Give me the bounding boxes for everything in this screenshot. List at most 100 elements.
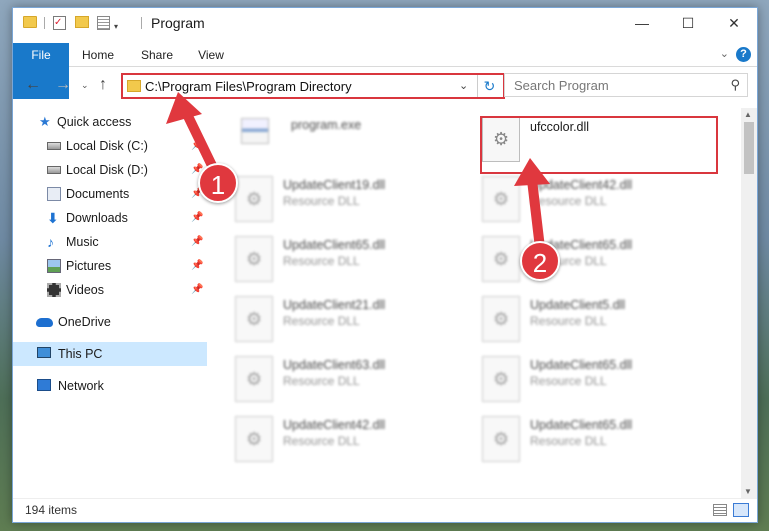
sidebar-item-local-disk-d[interactable]: Local Disk (D:) 📌 — [13, 158, 207, 182]
file-item[interactable]: ⚙ UpdateClient21.dll Resource DLL — [213, 290, 453, 346]
dll-file-icon: ⚙ — [482, 176, 520, 222]
application-icon — [241, 118, 269, 144]
pin-icon[interactable]: 📌 — [191, 278, 203, 302]
search-box[interactable]: Search Program ⚲ — [504, 73, 748, 97]
file-item[interactable]: ⚙ UpdateClient65.dll Resource DLL — [460, 230, 700, 286]
recent-locations-dropdown-icon[interactable]: ⌄ — [81, 80, 89, 91]
address-bar[interactable]: C:\Program Files\Program Directory ⌄ ↻ — [121, 73, 505, 99]
sidebar-item-label: Local Disk (C:) — [66, 139, 148, 153]
file-item[interactable]: ⚙ UpdateClient63.dll Resource DLL — [213, 350, 453, 406]
back-arrow-icon[interactable]: ← — [25, 76, 41, 94]
up-arrow-icon[interactable]: ↑ — [99, 76, 107, 94]
file-name: program.exe — [291, 118, 362, 132]
pin-icon[interactable]: 📌 — [191, 134, 203, 158]
gear-icon: ⚙ — [246, 369, 263, 389]
window-title: Program — [151, 15, 205, 31]
file-item[interactable]: ⚙ UpdateClient42.dll Resource DLL — [213, 410, 453, 466]
sidebar-item-videos[interactable]: Videos 📌 — [13, 278, 207, 302]
sidebar-item-label: Downloads — [66, 211, 128, 225]
dll-file-icon: ⚙ — [235, 176, 273, 222]
address-dropdown-icon[interactable]: ⌄ — [459, 79, 468, 92]
quick-access-properties-icon[interactable] — [97, 16, 110, 30]
search-icon[interactable]: ⚲ — [730, 77, 740, 93]
navigation-pane: ★ Quick access Local Disk (C:) 📌 Local D… — [13, 108, 207, 498]
sidebar-item-onedrive[interactable]: OneDrive — [13, 310, 207, 334]
forward-arrow-icon[interactable]: → — [55, 76, 71, 94]
title-bar: ✓ ▾ Program — ☐ ✕ — [13, 8, 757, 38]
search-input[interactable]: Search Program — [514, 78, 609, 93]
file-name: UpdateClient42.dll — [530, 178, 633, 192]
file-item[interactable]: ⚙ UpdateClient42.dll Resource DLL — [460, 170, 700, 226]
file-name: UpdateClient65.dll — [283, 238, 386, 252]
file-type: Resource DLL — [283, 194, 360, 208]
callout-badge-1: 1 — [198, 163, 238, 203]
minimize-button[interactable]: — — [619, 8, 665, 38]
gear-icon: ⚙ — [246, 189, 263, 209]
file-item[interactable]: ⚙ UpdateClient5.dll Resource DLL — [460, 290, 700, 346]
sidebar-item-network[interactable]: Network — [13, 374, 207, 398]
scrollbar-thumb[interactable] — [744, 122, 754, 174]
tab-home[interactable]: Home — [73, 43, 123, 67]
toolbar-divider — [44, 17, 45, 29]
pin-icon[interactable]: 📌 — [191, 254, 203, 278]
properties-check-icon[interactable]: ✓ — [53, 16, 66, 30]
details-view-icon[interactable] — [713, 504, 727, 516]
videos-icon — [47, 283, 61, 297]
file-explorer-window: ✓ ▾ Program — ☐ ✕ File Home Share View ⌄… — [12, 7, 758, 523]
sidebar-item-documents[interactable]: Documents 📌 — [13, 182, 207, 206]
file-type: Resource DLL — [283, 314, 360, 328]
file-type: Resource DLL — [283, 434, 360, 448]
file-item[interactable]: ⚙ UpdateClient65.dll Resource DLL — [213, 230, 453, 286]
drive-icon — [47, 166, 61, 174]
file-type: Resource DLL — [283, 374, 360, 388]
dll-file-icon: ⚙ — [235, 236, 273, 282]
pin-icon[interactable]: 📌 — [191, 206, 203, 230]
vertical-scrollbar[interactable]: ▲ ▼ — [741, 108, 757, 498]
customize-toolbar-dropdown-icon[interactable]: ▾ — [114, 18, 118, 34]
sidebar-item-label: OneDrive — [58, 315, 111, 329]
computer-icon — [37, 347, 51, 358]
new-folder-icon[interactable] — [75, 16, 89, 28]
sidebar-item-label: Network — [58, 379, 104, 393]
gear-icon: ⚙ — [493, 189, 510, 209]
sidebar-item-label: Documents — [66, 187, 130, 201]
sidebar-item-pictures[interactable]: Pictures 📌 — [13, 254, 207, 278]
sidebar-item-this-pc[interactable]: This PC — [13, 342, 207, 366]
sidebar-item-label: Quick access — [57, 115, 132, 129]
file-item[interactable]: program.exe — [213, 110, 453, 166]
help-icon[interactable]: ? — [736, 47, 751, 62]
file-name: UpdateClient65.dll — [530, 358, 633, 372]
sidebar-item-local-disk-c[interactable]: Local Disk (C:) 📌 — [13, 134, 207, 158]
sidebar-item-quick-access[interactable]: ★ Quick access — [13, 110, 207, 134]
file-type: Resource DLL — [530, 434, 607, 448]
onedrive-icon — [36, 318, 53, 327]
scroll-down-icon[interactable]: ▼ — [744, 487, 752, 496]
file-name: UpdateClient65.dll — [530, 418, 633, 432]
file-item[interactable]: ⚙ UpdateClient19.dll Resource DLL — [213, 170, 453, 226]
file-item[interactable]: ⚙ UpdateClient65.dll Resource DLL — [460, 410, 700, 466]
file-name: UpdateClient5.dll — [530, 298, 626, 312]
maximize-button[interactable]: ☐ — [665, 8, 711, 38]
sidebar-item-downloads[interactable]: ⬇ Downloads 📌 — [13, 206, 207, 230]
expand-ribbon-icon[interactable]: ⌄ — [720, 47, 729, 60]
file-type: Resource DLL — [530, 374, 607, 388]
refresh-button[interactable]: ↻ — [477, 75, 501, 97]
pin-icon[interactable]: 📌 — [191, 230, 203, 254]
item-count: 194 items — [25, 503, 78, 517]
sidebar-item-label: Music — [66, 235, 99, 249]
gear-icon: ⚙ — [246, 309, 263, 329]
address-path[interactable]: C:\Program Files\Program Directory — [145, 79, 352, 94]
file-type: Resource DLL — [530, 194, 607, 208]
tab-share[interactable]: Share — [135, 43, 179, 67]
sidebar-item-music[interactable]: ♪ Music 📌 — [13, 230, 207, 254]
drive-icon — [47, 142, 61, 150]
file-type: Resource DLL — [530, 314, 607, 328]
navigation-bar: ← → ⌄ ↑ C:\Program Files\Program Directo… — [13, 68, 757, 102]
file-item[interactable]: ⚙ UpdateClient65.dll Resource DLL — [460, 350, 700, 406]
close-button[interactable]: ✕ — [711, 8, 757, 38]
gear-icon: ⚙ — [493, 429, 510, 449]
scroll-up-icon[interactable]: ▲ — [744, 110, 752, 119]
tab-view[interactable]: View — [191, 43, 231, 67]
star-icon: ★ — [39, 114, 51, 129]
large-icons-view-icon[interactable] — [733, 503, 749, 517]
